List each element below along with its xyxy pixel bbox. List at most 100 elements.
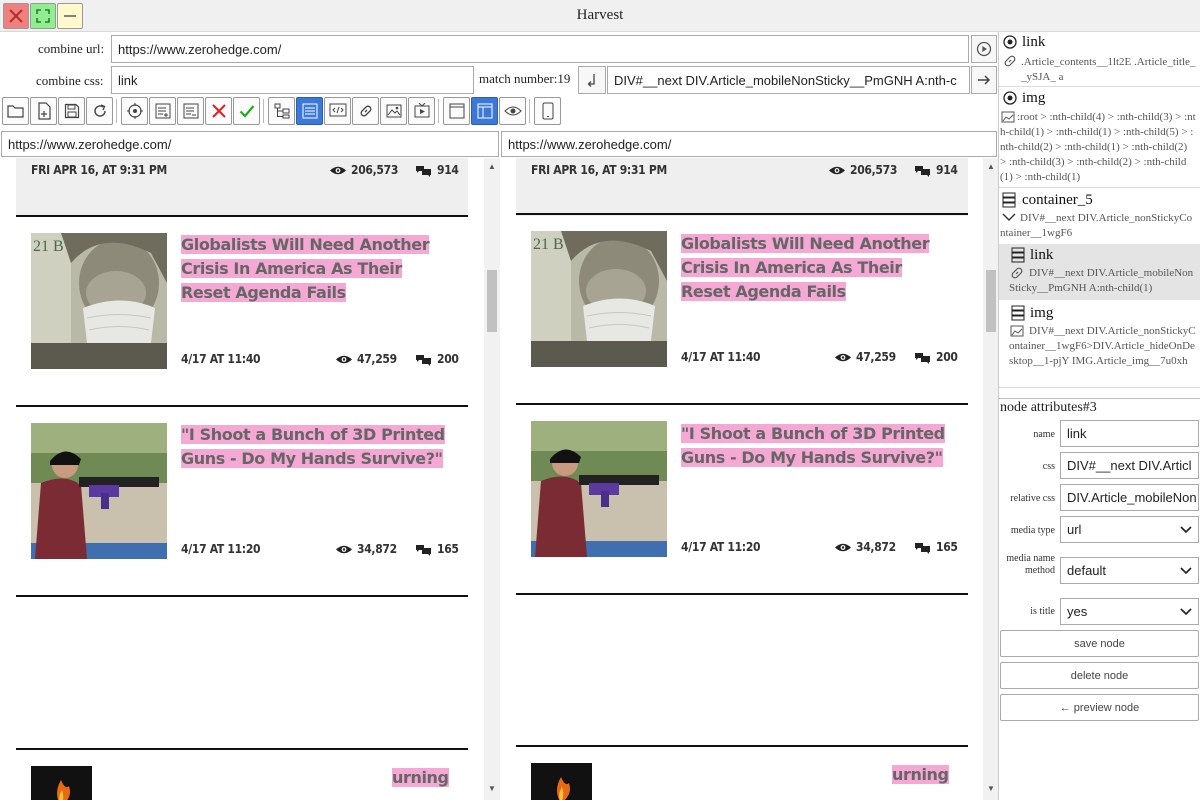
code-view-button[interactable] — [324, 97, 351, 125]
article-title-link[interactable]: urning — [392, 766, 452, 790]
combine-css-label: combine css: — [36, 73, 104, 88]
fire-image — [531, 763, 592, 800]
scroll-thumb[interactable] — [986, 270, 996, 332]
link-button[interactable] — [352, 97, 379, 125]
run-button[interactable] — [971, 35, 997, 63]
article-title-link[interactable]: urning — [892, 763, 952, 787]
step-into-button[interactable] — [578, 66, 606, 94]
article-thumbnail[interactable] — [31, 766, 92, 800]
comments-icon — [915, 165, 930, 177]
container-icon — [1002, 192, 1016, 208]
svg-text:21 B: 21 B — [33, 238, 64, 255]
video-button[interactable] — [408, 97, 435, 125]
shooter-image — [31, 423, 167, 559]
css-input[interactable]: DIV#__next DIV.Articl — [1060, 452, 1199, 479]
list-add-icon — [155, 103, 170, 119]
view-count: 206,573 — [330, 163, 398, 177]
name-input[interactable]: link — [1060, 420, 1199, 447]
article-title-link[interactable]: Globalists Will Need Another Crisis In A… — [181, 233, 456, 305]
save-node-button[interactable]: save node — [1000, 630, 1199, 657]
new-file-button[interactable] — [30, 97, 57, 125]
is-title-select[interactable]: yes — [1060, 598, 1199, 625]
video-icon — [414, 103, 429, 118]
mobile-view-button[interactable] — [534, 97, 561, 125]
go-button[interactable] — [971, 66, 997, 94]
article-date: 4/17 AT 11:20 — [181, 542, 261, 556]
masked-franklin-image: 21 B — [531, 231, 667, 367]
right-pane-scrollbar[interactable]: ▲ ▼ — [983, 158, 999, 800]
add-node-button[interactable] — [149, 97, 176, 125]
match-number-label: match number:19 — [479, 71, 571, 86]
article-date: FRI APR 16, AT 9:31 PM — [31, 163, 167, 177]
tree-node-link[interactable]: link .Article_contents__1lt2E .Article_t… — [999, 32, 1200, 86]
return-arrow-icon — [587, 74, 595, 87]
scroll-up-icon[interactable]: ▲ — [987, 162, 995, 171]
save-button[interactable] — [58, 97, 85, 125]
target-icon — [1003, 91, 1017, 105]
container-icon — [1011, 305, 1025, 321]
comments-icon — [416, 544, 431, 556]
title-bar: Harvest — [0, 0, 1200, 32]
refresh-button[interactable] — [86, 97, 113, 125]
new-file-icon — [37, 102, 51, 120]
view-count: 34,872 — [336, 542, 397, 556]
preview-node-button[interactable]: ← preview node — [1000, 694, 1199, 721]
preview-button[interactable] — [499, 97, 526, 125]
article-thumbnail[interactable] — [531, 421, 667, 557]
link-icon — [360, 105, 371, 117]
article-thumbnail[interactable]: 21 B — [31, 233, 167, 369]
left-address-bar[interactable]: https://www.zerohedge.com/ — [1, 131, 499, 157]
image-icon — [386, 104, 401, 118]
article-date: 4/17 AT 11:40 — [681, 350, 761, 364]
tree-node-container[interactable]: container_5 DIV#__next DIV.Article_nonSt… — [999, 190, 1200, 244]
confirm-button[interactable] — [233, 97, 260, 125]
shooter-image — [531, 421, 667, 557]
single-pane-button[interactable] — [443, 97, 470, 125]
article-thumbnail[interactable] — [531, 763, 592, 800]
scroll-down-icon[interactable]: ▼ — [488, 784, 496, 793]
css-path-input[interactable]: DIV#__next DIV.Article_mobileNonSticky__… — [607, 66, 970, 94]
relative-css-input[interactable]: DIV.Article_mobileNon — [1060, 484, 1199, 511]
open-folder-button[interactable] — [2, 97, 29, 125]
link-icon — [1004, 55, 1016, 67]
select-target-button[interactable] — [121, 97, 148, 125]
play-circle-icon — [976, 41, 992, 57]
tree-icon — [274, 103, 289, 119]
right-address-bar[interactable]: https://www.zerohedge.com/ — [501, 131, 997, 157]
comment-count: 165 — [415, 542, 459, 556]
comments-icon — [416, 165, 431, 177]
tree-view-button[interactable] — [268, 97, 295, 125]
article-title-link[interactable]: "I Shoot a Bunch of 3D Printed Guns - Do… — [681, 422, 956, 470]
scroll-up-icon[interactable]: ▲ — [488, 162, 496, 171]
tree-node-img[interactable]: img :root > :nth-child(4) > :nth-child(3… — [999, 88, 1200, 186]
chevron-down-icon — [1180, 607, 1192, 615]
split-pane-button[interactable] — [471, 97, 498, 125]
chevron-down-icon — [1180, 566, 1192, 574]
left-pane-scrollbar[interactable]: ▲ ▼ — [484, 158, 500, 800]
remove-node-button[interactable] — [177, 97, 204, 125]
combine-url-input[interactable]: https://www.zerohedge.com/ — [111, 35, 969, 63]
cancel-button[interactable] — [205, 97, 232, 125]
media-type-select[interactable]: url — [1060, 516, 1199, 543]
article-title-link[interactable]: Globalists Will Need Another Crisis In A… — [681, 232, 956, 304]
article-title-link[interactable]: "I Shoot a Bunch of 3D Printed Guns - Do… — [181, 423, 456, 471]
eye-icon — [835, 353, 851, 361]
image-button[interactable] — [380, 97, 407, 125]
combine-css-input[interactable]: link — [111, 66, 474, 94]
view-count: 34,872 — [835, 540, 896, 554]
scroll-down-icon[interactable]: ▼ — [987, 784, 995, 793]
scroll-thumb[interactable] — [487, 270, 497, 332]
media-name-method-select[interactable]: default — [1060, 557, 1199, 584]
article-thumbnail[interactable]: 21 B — [531, 231, 667, 367]
tree-node-link-selected[interactable]: link DIV#__next DIV.Article_mobileNonSti… — [999, 244, 1200, 300]
tree-node-img[interactable]: img DIV#__next DIV.Article_nonStickyCont… — [999, 302, 1200, 386]
list-view-button[interactable] — [296, 97, 323, 125]
delete-node-button[interactable]: delete node — [1000, 662, 1199, 689]
article-thumbnail[interactable] — [31, 423, 167, 559]
window-title: Harvest — [576, 7, 624, 23]
eye-icon — [503, 106, 522, 116]
media-name-method-label: media name method — [1006, 553, 1055, 576]
match-number-value: 19 — [557, 71, 571, 86]
eye-icon — [829, 166, 845, 174]
chevron-down-icon — [1180, 525, 1192, 533]
